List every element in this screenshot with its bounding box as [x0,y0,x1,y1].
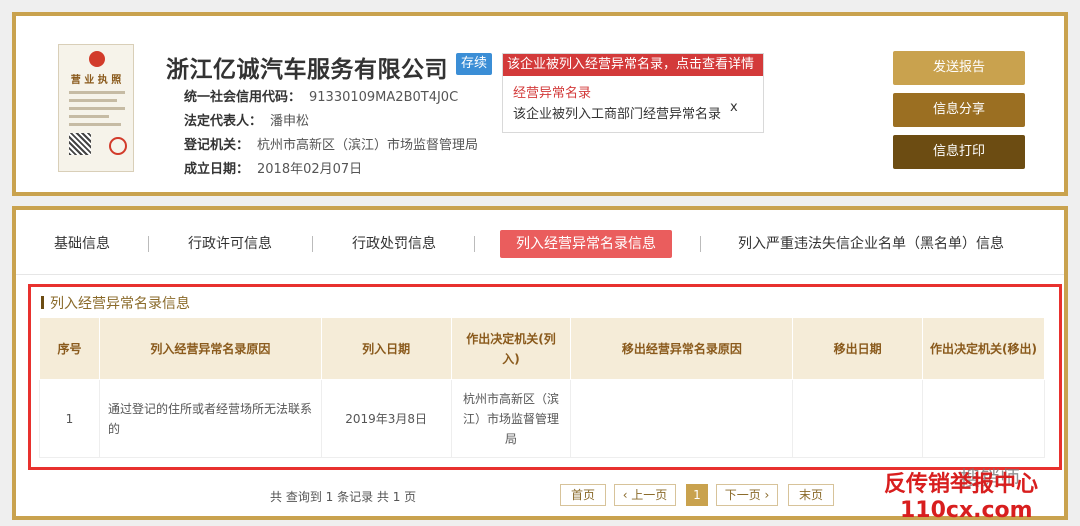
abnormal-alert-popup: 该企业被列入经营异常名录，点击查看详情 经营异常名录 该企业被列入工商部门经营异… [502,53,764,133]
cell-reason: 通过登记的住所或者经营场所无法联系的 [98,379,322,458]
col-header-removal-date: 移出日期 [792,317,924,380]
legal-rep-value: 潘申松 [270,114,310,129]
legal-rep-row: 法定代表人： 潘申松 [184,110,309,129]
alert-description: 该企业被列入工商部门经营异常名录 [513,107,722,122]
print-info-button[interactable]: 信息打印 [893,135,1025,169]
founded-label: 成立日期： [184,162,250,177]
tab-abnormal-list[interactable]: 列入经营异常名录信息 [500,230,672,258]
founded-row: 成立日期： 2018年02月07日 [184,158,362,177]
license-title: 营 业 执 照 [70,75,122,86]
watermark-url: 110cx.com [900,498,1033,523]
cell-date: 2019年3月8日 [320,379,452,458]
status-badge: 存续 [456,53,492,75]
col-header-authority-in: 作出决定机关(列入) [450,317,572,380]
tab-basic-info[interactable]: 基础信息 [54,230,110,258]
credit-code-label: 统一社会信用代码： [184,90,302,105]
business-license-image[interactable]: 营 业 执 照 [58,44,134,172]
tab-bar: 基础信息 行政许可信息 行政处罚信息 列入经营异常名录信息 列入严重违法失信企业… [16,220,1064,275]
last-page-button[interactable]: 末页 [788,484,834,506]
cell-removal-reason [570,379,794,458]
cell-authority-in: 杭州市高新区（滨江）市场监督管理局 [450,379,572,458]
founded-value: 2018年02月07日 [257,162,363,177]
national-emblem-icon [89,51,105,67]
col-header-authority-out: 作出决定机关(移出) [922,317,1045,380]
next-page-button[interactable]: 下一页 › [716,484,778,506]
cell-authority-out [922,379,1045,458]
current-page-button[interactable]: 1 [686,484,708,506]
table-row: 1 通过登记的住所或者经营场所无法联系的 2019年3月8日 杭州市高新区（滨江… [39,379,1045,458]
company-header-panel: 营 业 执 照 浙江亿诚汽车服务有限公司 存续 统一社会信用代码： 9133010… [12,12,1068,196]
registry-label: 登记机关： [184,138,250,153]
share-info-button[interactable]: 信息分享 [893,93,1025,127]
abnormal-list-section: 列入经营异常名录信息 序号 列入经营异常名录原因 列入日期 作出决定机关(列入)… [28,284,1062,470]
tab-blacklist[interactable]: 列入严重违法失信企业名单（黑名单）信息 [738,230,1004,258]
credit-code-value: 91330109MA2B0T4J0C [309,90,459,105]
qr-code-icon [69,133,91,155]
pagination-info: 共 查询到 1 条记录 共 1 页 [270,490,417,504]
close-icon[interactable]: x [730,100,738,115]
col-header-date: 列入日期 [320,317,452,380]
cell-removal-date [792,379,924,458]
legal-rep-label: 法定代表人： [184,114,263,129]
col-header-index: 序号 [39,317,100,380]
abnormal-list-table: 序号 列入经营异常名录原因 列入日期 作出决定机关(列入) 移出经营异常名录原因… [39,317,1045,458]
alert-title: 经营异常名录 [513,86,592,101]
tab-admin-penalty[interactable]: 行政处罚信息 [352,230,436,258]
company-name: 浙江亿诚汽车服务有限公司 [166,57,448,83]
registry-value: 杭州市高新区（滨江）市场监督管理局 [257,138,479,153]
prev-page-button[interactable]: ‹ 上一页 [614,484,676,506]
table-header-row: 序号 列入经营异常名录原因 列入日期 作出决定机关(列入) 移出经营异常名录原因… [39,317,1045,380]
cell-index: 1 [39,379,100,458]
first-page-button[interactable]: 首页 [560,484,606,506]
send-report-button[interactable]: 发送报告 [893,51,1025,85]
col-header-removal-reason: 移出经营异常名录原因 [570,317,794,380]
watermark-text: 反传销举报中心 [884,472,1039,497]
official-seal-icon [109,137,127,155]
section-title: 列入经营异常名录信息 [41,293,190,313]
alert-header-link[interactable]: 该企业被列入经营异常名录，点击查看详情 [503,54,763,76]
tab-admin-license[interactable]: 行政许可信息 [188,230,272,258]
registry-row: 登记机关： 杭州市高新区（滨江）市场监督管理局 [184,134,478,153]
credit-code-row: 统一社会信用代码： 91330109MA2B0T4J0C [184,86,458,105]
col-header-reason: 列入经营异常名录原因 [98,317,322,380]
